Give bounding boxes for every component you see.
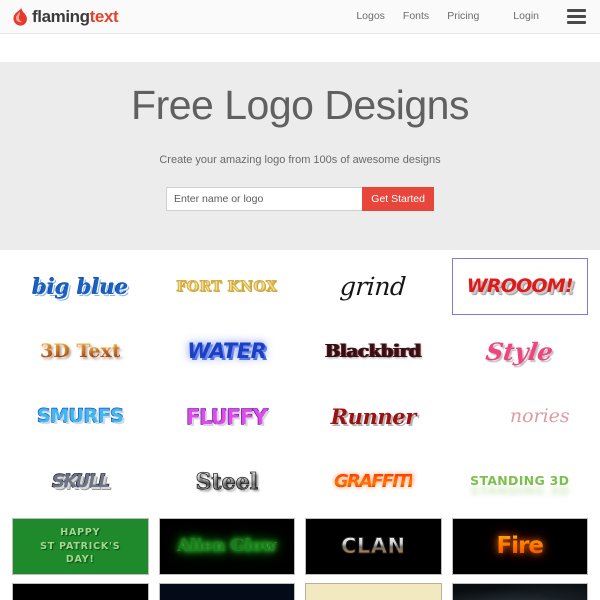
flame-icon	[13, 7, 27, 26]
logo-tile[interactable]: Steel	[159, 453, 296, 510]
logo-tile-label: GRAFFITI	[334, 470, 414, 492]
logo-tile[interactable]	[12, 583, 149, 600]
brand-text-text: text	[89, 7, 119, 26]
page-title: Free Logo Designs	[131, 82, 469, 128]
logo-tile-mist	[452, 584, 587, 600]
logo-tile-label: HAPPY ST PATRICK'S DAY!	[40, 526, 121, 566]
brand-logo[interactable]: flamingtext	[12, 7, 119, 26]
logo-tile-label: CLAN	[340, 534, 406, 558]
logo-tile-label: grind	[339, 272, 408, 301]
hamburger-bar	[567, 9, 586, 12]
logo-tile-label: FLUFFY	[186, 404, 269, 429]
logo-tile[interactable]: HAPPY ST PATRICK'S DAY!	[12, 518, 149, 575]
logo-tile[interactable]: CLAN	[305, 518, 442, 575]
logo-tile-label: FORT KNOX	[176, 278, 278, 295]
nav-link-pricing[interactable]: Pricing	[438, 11, 488, 22]
logo-tile-label: SMURFS	[36, 405, 124, 427]
logo-tile[interactable]: 3D Text	[12, 323, 149, 380]
get-started-button[interactable]: Get Started	[362, 187, 434, 212]
logo-tile-label: WROOOM!	[466, 275, 574, 297]
logo-tile[interactable]: FORT KNOX	[159, 258, 296, 315]
logo-tile[interactable]: STANDING 3D	[452, 453, 589, 510]
logo-tile[interactable]	[451, 583, 588, 600]
logo-design-grid: big blue FORT KNOX grind WROOOM! 3D Text WATE…	[0, 250, 600, 600]
logo-name-input[interactable]	[166, 187, 363, 212]
logo-tile[interactable]: GRAFFITI	[305, 453, 442, 510]
brand-wordmark: flamingtext	[32, 7, 119, 26]
hamburger-menu-icon[interactable]	[567, 9, 586, 24]
logo-tile[interactable]	[158, 583, 295, 600]
hamburger-bar	[567, 21, 586, 24]
brand-text-flaming: flaming	[32, 7, 90, 26]
logo-tile-label: Runner	[330, 404, 417, 429]
logo-tile[interactable]: grind	[305, 258, 442, 315]
logo-tile-label: Fire	[496, 533, 544, 559]
logo-tile[interactable]: Blackbird	[305, 323, 442, 380]
logo-tile-label: SKULL	[51, 470, 110, 492]
logo-tile-label: nories	[509, 405, 570, 427]
logo-tile-label: Blackbird	[325, 340, 422, 362]
nav-link-login[interactable]: Login	[504, 11, 548, 22]
logo-tile[interactable]: SMURFS	[12, 388, 149, 445]
logo-tile-label: WATER	[186, 339, 267, 363]
logo-tile[interactable]: WATER	[159, 323, 296, 380]
logo-tile[interactable]	[305, 583, 442, 600]
logo-tile-label: big blue	[32, 274, 129, 299]
logo-tile-label: Style	[484, 336, 556, 366]
hamburger-bar	[567, 15, 586, 18]
logo-tile[interactable]: Style	[452, 323, 589, 380]
main-navigation: Logos Fonts Pricing Login	[347, 9, 586, 24]
hero-subtitle: Create your amazing logo from 100s of aw…	[159, 154, 441, 167]
logo-tile[interactable]: Runner	[305, 388, 442, 445]
nav-link-logos[interactable]: Logos	[347, 11, 394, 22]
logo-tile[interactable]: Fire	[451, 518, 588, 575]
logo-tile-label: Steel	[195, 468, 258, 495]
logo-tile[interactable]: FLUFFY	[159, 388, 296, 445]
site-header: flamingtext Logos Fonts Pricing Login	[0, 0, 600, 34]
logo-tile[interactable]: big blue	[12, 258, 149, 315]
logo-search-form: Get Started	[166, 187, 434, 212]
logo-tile[interactable]: WROOOM!	[451, 258, 588, 315]
hero-section: Free Logo Designs Create your amazing lo…	[0, 62, 600, 250]
logo-tile-label: 3D Text	[40, 340, 121, 362]
logo-tile[interactable]: Alien Glow	[158, 518, 295, 575]
header-gap	[0, 34, 600, 62]
logo-tile[interactable]: nories	[452, 388, 589, 445]
logo-tile[interactable]: SKULL	[12, 453, 149, 510]
logo-tile-label: STANDING 3D	[470, 473, 570, 489]
nav-link-fonts[interactable]: Fonts	[394, 11, 438, 22]
logo-tile-label: Alien Glow	[177, 536, 277, 556]
